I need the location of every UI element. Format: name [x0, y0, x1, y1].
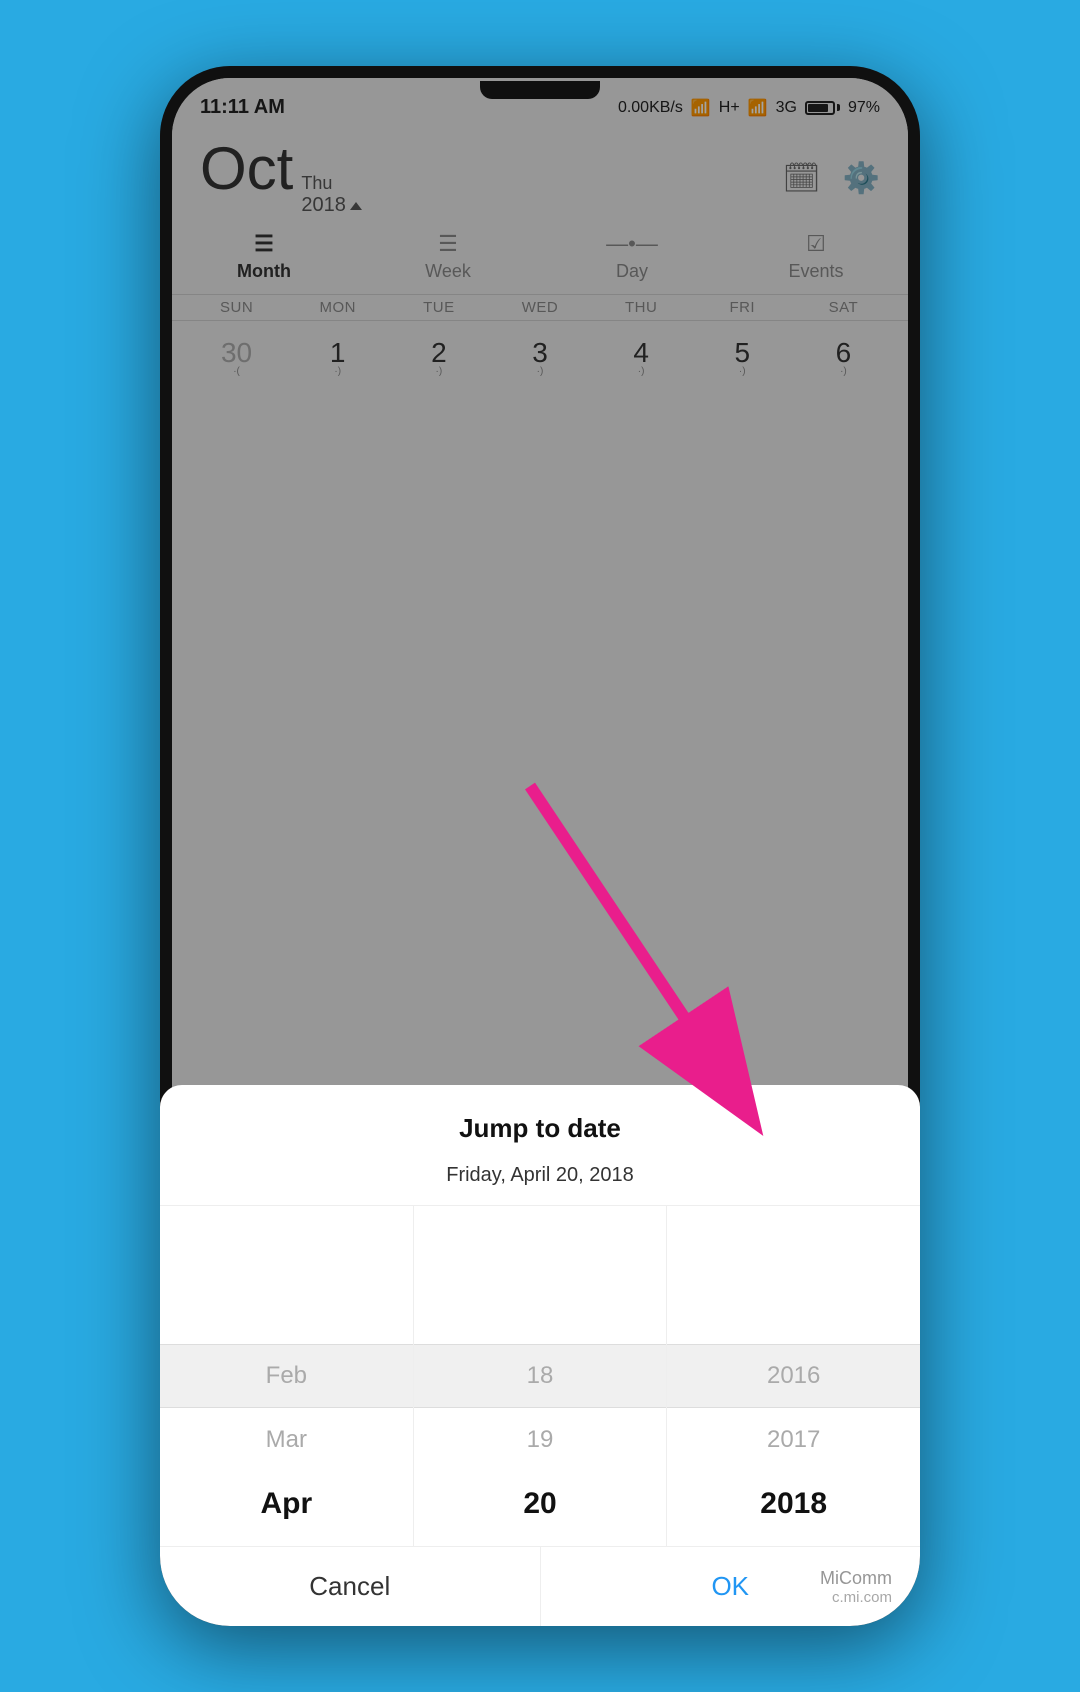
watermark-line1: MiComm [820, 1568, 892, 1589]
picker-year-items: 2016 2017 2018 2019 2020 [760, 1206, 827, 1546]
picker-month-items: Feb Mar Apr May Jun [261, 1206, 313, 1546]
dialog-title: Jump to date [172, 1085, 908, 1160]
picker-month-feb[interactable]: Feb [261, 1344, 313, 1408]
picker-container[interactable]: Feb Mar Apr May Jun 18 19 20 [172, 1206, 908, 1546]
picker-day-items: 18 19 20 21 22 [523, 1206, 556, 1546]
picker-year-2016[interactable]: 2016 [760, 1344, 827, 1408]
picker-year-column[interactable]: 2016 2017 2018 2019 2020 [666, 1206, 908, 1546]
picker-day-19[interactable]: 19 [523, 1408, 556, 1472]
dialog-overlay: Jump to date Friday, April 20, 2018 Feb … [172, 78, 908, 1614]
picker-day-20[interactable]: 20 [523, 1472, 556, 1536]
picker-month-mar[interactable]: Mar [261, 1408, 313, 1472]
picker-year-2017[interactable]: 2017 [760, 1408, 827, 1472]
picker-day-column[interactable]: 18 19 20 21 22 [413, 1206, 667, 1546]
picker-year-2018[interactable]: 2018 [760, 1472, 827, 1536]
picker-year-2019[interactable]: 2019 [760, 1536, 827, 1546]
picker-day-18[interactable]: 18 [523, 1344, 556, 1408]
jump-to-date-dialog: Jump to date Friday, April 20, 2018 Feb … [172, 1085, 908, 1614]
cancel-button[interactable]: Cancel [172, 1547, 541, 1614]
phone-frame: 11:11 AM 0.00KB/s 📶 H+ 📶 3G 97% Oct [160, 66, 920, 1626]
dialog-buttons: Cancel OK [172, 1546, 908, 1614]
watermark: MiComm c.mi.com [820, 1568, 892, 1606]
picker-month-column[interactable]: Feb Mar Apr May Jun [172, 1206, 413, 1546]
dialog-selected-date: Friday, April 20, 2018 [172, 1160, 908, 1206]
picker-month-may[interactable]: May [261, 1536, 313, 1546]
phone-screen: 11:11 AM 0.00KB/s 📶 H+ 📶 3G 97% Oct [172, 78, 908, 1614]
picker-day-21[interactable]: 21 [523, 1536, 556, 1546]
picker-month-apr[interactable]: Apr [261, 1472, 313, 1536]
watermark-line2: c.mi.com [820, 1589, 892, 1606]
